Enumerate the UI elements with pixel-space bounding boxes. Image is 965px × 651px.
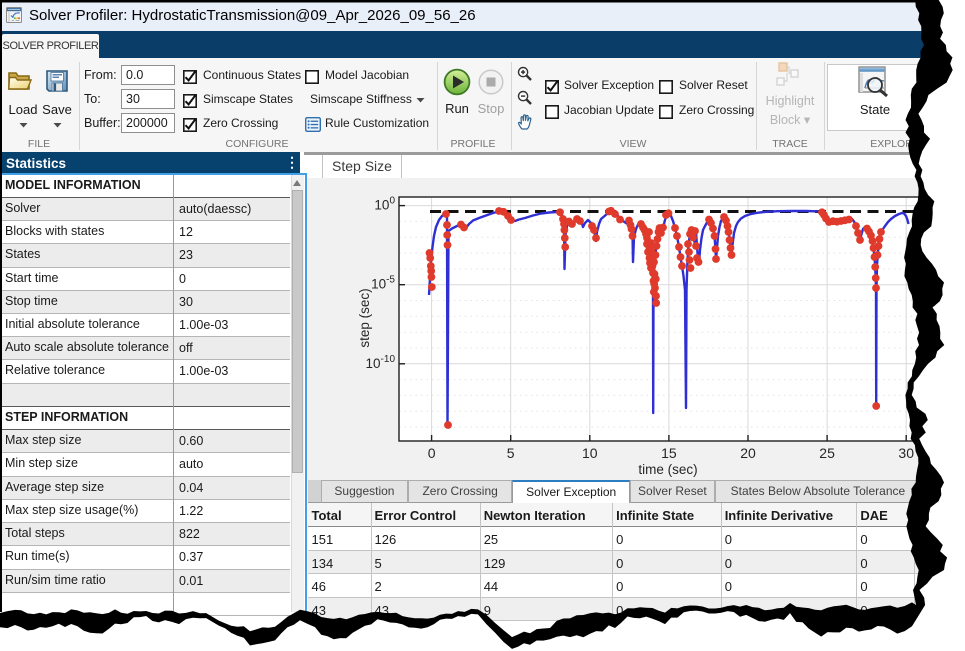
svg-text:100: 100 [374, 196, 395, 213]
svg-text:15: 15 [661, 445, 677, 461]
svg-text:5: 5 [507, 445, 515, 461]
svg-text:20: 20 [740, 445, 756, 461]
svg-text:10: 10 [582, 445, 598, 461]
svg-text:time (sec): time (sec) [638, 462, 697, 477]
svg-text:10-5: 10-5 [371, 275, 395, 292]
svg-text:30: 30 [898, 445, 914, 461]
svg-text:10-10: 10-10 [366, 354, 396, 371]
svg-text:step (sec): step (sec) [357, 288, 372, 347]
svg-text:0: 0 [428, 445, 436, 461]
svg-text:25: 25 [819, 445, 835, 461]
